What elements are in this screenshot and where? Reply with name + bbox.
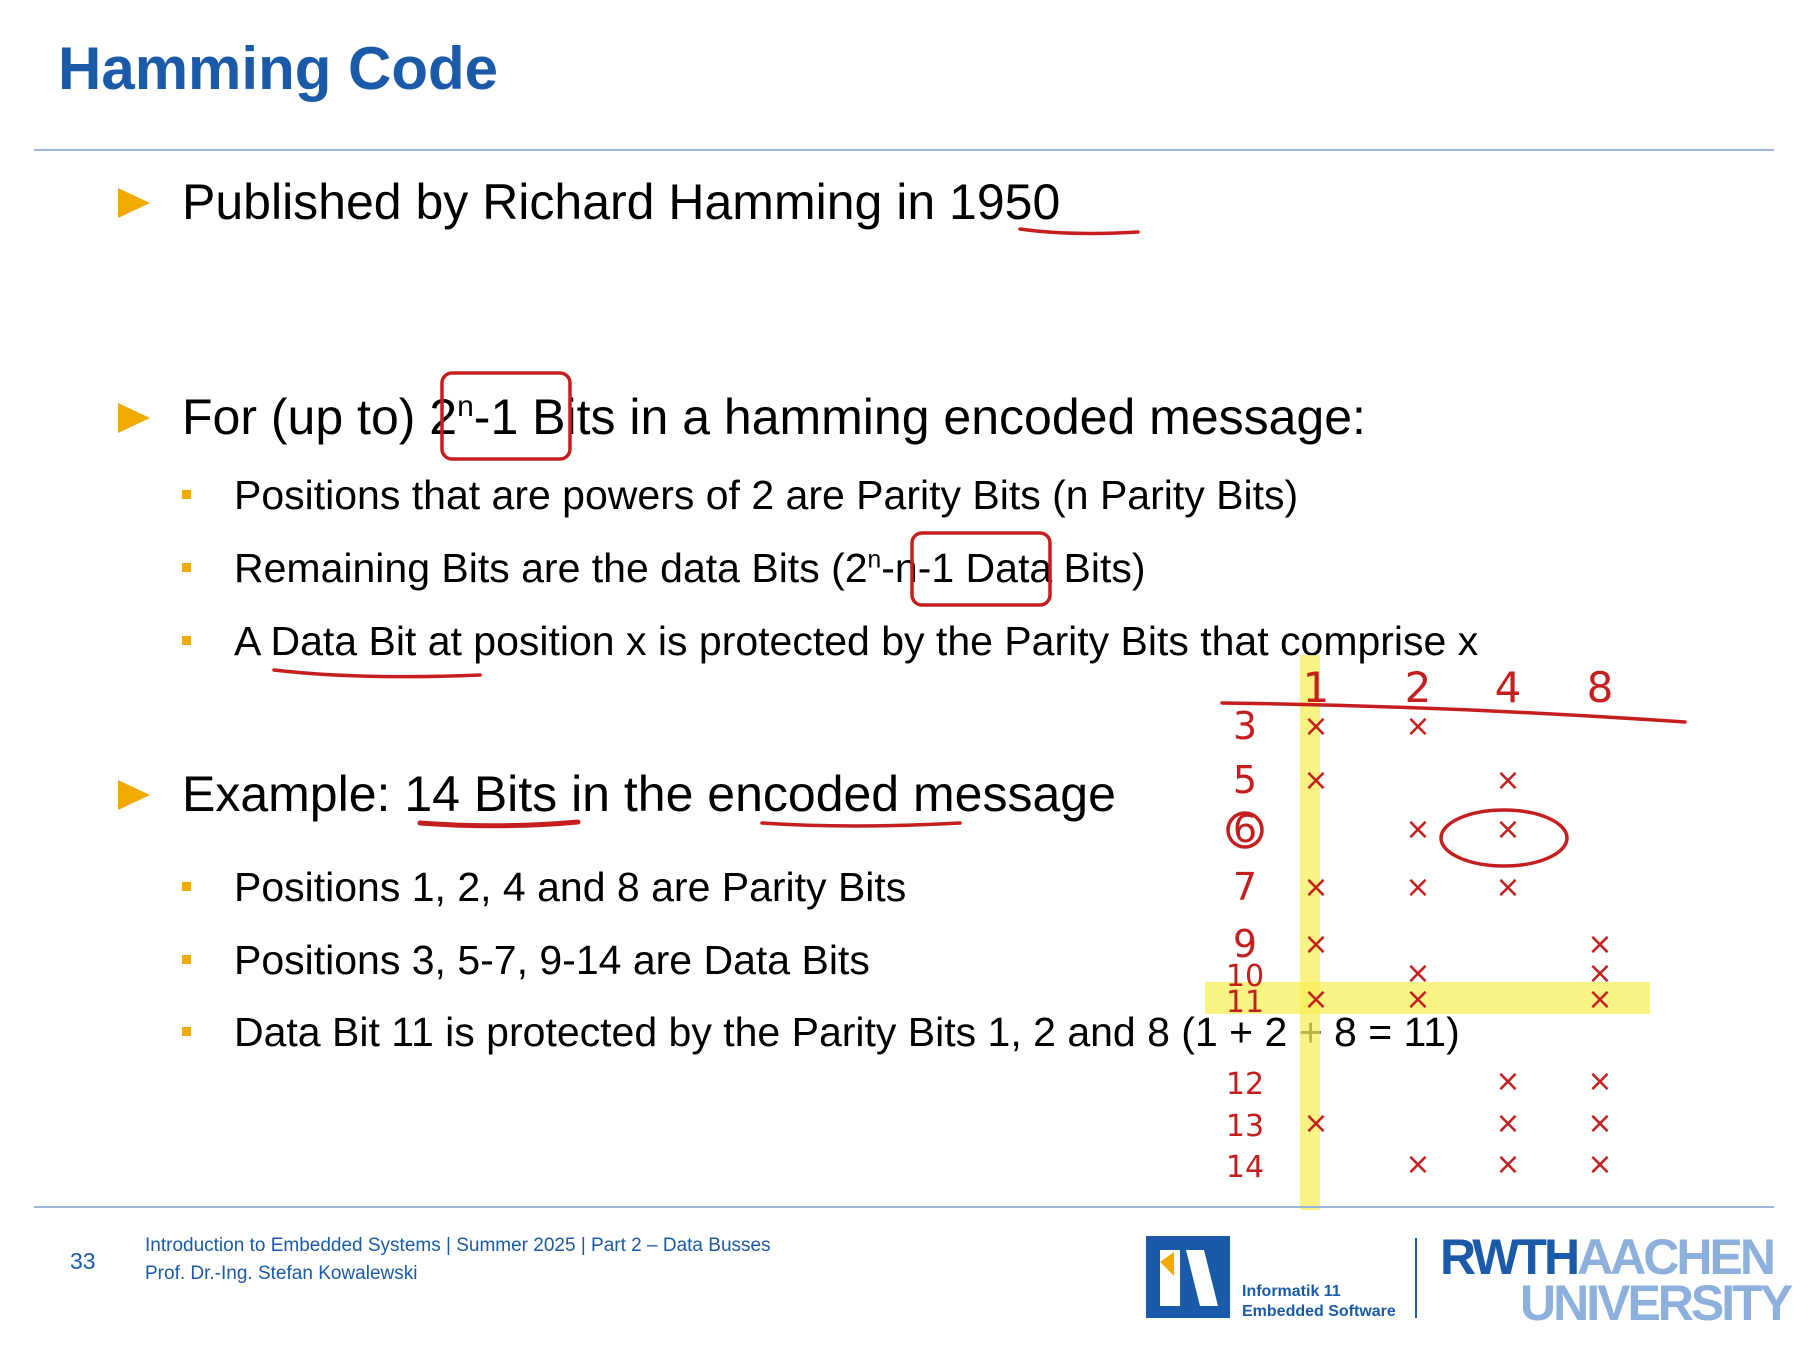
table-mark-14-8: × [1587, 1147, 1612, 1182]
table-mark-6-4: × [1495, 812, 1520, 847]
bullet-arrow-icon [118, 188, 150, 218]
table-row-label-5: 5 [1233, 758, 1257, 802]
parity-table: 1 2 4 83 × ×5 × ×6 × ×7 × × ×9 × ×10 × ×11 × × ×12 × ×13 × × ×14… [1226, 663, 1613, 1185]
table-row-label-7: 7 [1233, 865, 1257, 909]
table-mark-10-8: × [1587, 956, 1612, 991]
underline-data-bit-at [272, 668, 482, 679]
table-mark-13-4: × [1495, 1106, 1520, 1141]
table-row-label-12: 12 [1226, 1067, 1264, 1102]
table-mark-6-2: × [1405, 812, 1430, 847]
footer-divider [34, 1206, 1774, 1208]
bullet-arrow-icon [118, 403, 150, 433]
table-mark-12-4: × [1495, 1064, 1520, 1099]
footer-text: Introduction to Embedded Systems | Summe… [145, 1232, 771, 1288]
square-bullet-icon [182, 1027, 191, 1036]
table-row-label-6: 6 [1233, 807, 1257, 851]
table-row-label-3: 3 [1233, 704, 1257, 748]
table-header-8: 8 [1587, 663, 1614, 712]
rwth-logo: RWTHAACHEN UNIVERSITY [1440, 1229, 1793, 1331]
table-mark-13-1: × [1303, 1106, 1328, 1141]
table-mark-5-1: × [1303, 763, 1328, 798]
highlight-parity-column-1 [1300, 655, 1320, 1210]
highlights [1205, 655, 1650, 1210]
circle-label-6 [1226, 811, 1264, 849]
table-mark-7-2: × [1405, 870, 1430, 905]
bullet-text: Published by Richard Hamming in 1950 [182, 174, 1061, 230]
logo-separator [1415, 1238, 1417, 1318]
bullet-arrow-icon [118, 780, 150, 810]
page-number: 33 [70, 1248, 96, 1274]
square-bullet-icon [182, 882, 191, 891]
slide-title: Hamming Code [58, 35, 499, 102]
footer-professor: Prof. Dr.-Ing. Stefan Kowalewski [145, 1263, 418, 1284]
footer-course: Introduction to Embedded Systems | Summe… [145, 1235, 771, 1256]
table-header-2: 2 [1405, 663, 1432, 712]
table-row-label-13: 13 [1226, 1109, 1264, 1144]
table-mark-7-1: × [1303, 870, 1328, 905]
square-bullet-icon [182, 955, 191, 964]
circle-row-6 [1439, 808, 1569, 868]
table-row-label-14: 14 [1226, 1150, 1264, 1185]
bullet-text: For (up to) 2n-1 Bits in a hamming encod… [182, 389, 1366, 445]
square-bullet-icon [182, 563, 191, 572]
table-mark-7-4: × [1495, 870, 1520, 905]
table-header-line [1220, 701, 1687, 724]
table-mark-14-2: × [1405, 1147, 1430, 1182]
informatik-11-logo-icon [1146, 1236, 1230, 1318]
table-mark-14-4: × [1495, 1147, 1520, 1182]
table-header-4: 4 [1495, 663, 1522, 712]
table-mark-3-1: × [1303, 709, 1328, 744]
table-mark-9-1: × [1303, 927, 1328, 962]
table-mark-3-2: × [1405, 709, 1430, 744]
table-mark-11-8: × [1587, 982, 1612, 1017]
institute-name: Informatik 11 Embedded Software [1242, 1283, 1396, 1320]
table-row-label-9: 9 [1233, 922, 1257, 966]
title-divider [34, 149, 1774, 151]
table-mark-5-4: × [1495, 763, 1520, 798]
table-mark-13-8: × [1587, 1106, 1612, 1141]
table-mark-12-8: × [1587, 1064, 1612, 1099]
table-mark-9-8: × [1587, 927, 1612, 962]
table-header-1: 1 [1303, 663, 1330, 712]
table-row-label-10: 10 [1226, 959, 1264, 994]
square-bullet-icon [182, 490, 191, 499]
table-mark-10-2: × [1405, 956, 1430, 991]
square-bullet-icon [182, 636, 191, 645]
